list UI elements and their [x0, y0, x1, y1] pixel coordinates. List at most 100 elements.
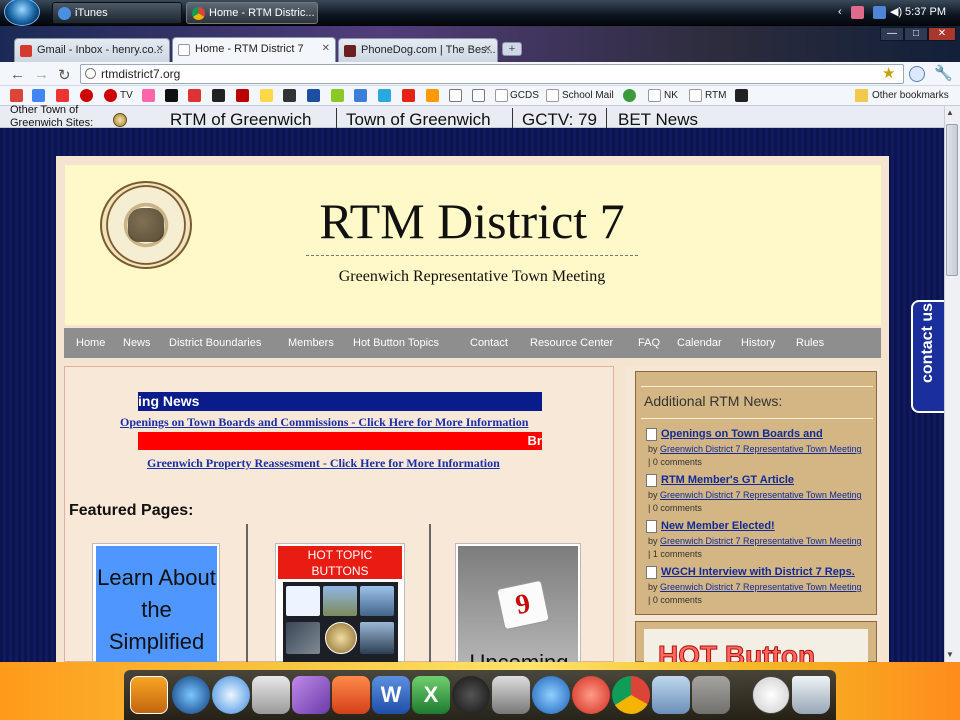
bookmark-netflix-icon[interactable]	[236, 89, 249, 102]
dock-word-icon[interactable]: W	[372, 676, 410, 714]
bookmark-star-icon[interactable]: ★	[882, 64, 895, 82]
bookmark-cnet2-icon[interactable]	[80, 89, 93, 102]
tab-gmail[interactable]: Gmail - Inbox - henry.co... ✕	[14, 38, 170, 62]
dock-excel-icon[interactable]: X	[412, 676, 450, 714]
dock-powerpoint-icon[interactable]	[332, 676, 370, 714]
tray-chevron-icon[interactable]: ‹	[838, 6, 842, 18]
news-item-author-link[interactable]: Greenwich District 7 Representative Town…	[660, 444, 861, 454]
news-item-author-link[interactable]: Greenwich District 7 Representative Town…	[660, 582, 861, 592]
news-item-comments[interactable]: | 0 comments	[648, 457, 702, 467]
bookmark-google-icon[interactable]	[32, 89, 45, 102]
news-item-title[interactable]: New Member Elected!	[661, 520, 775, 532]
link-property-reassessment[interactable]: Greenwich Property Reassesment - Click H…	[147, 456, 500, 471]
link-rtm-of-greenwich[interactable]: RTM of Greenwich	[170, 110, 311, 130]
nav-hot-button-topics[interactable]: Hot Button Topics	[353, 337, 439, 349]
bookmark-app3-icon[interactable]	[307, 89, 320, 102]
tab-phonedog[interactable]: PhoneDog.com | The Bes... ✕	[338, 38, 498, 62]
forward-arrow-icon[interactable]: →	[34, 66, 49, 83]
link-town-of-greenwich[interactable]: Town of Greenwich	[346, 110, 491, 130]
scroll-up-arrow-icon[interactable]: ▲	[946, 108, 954, 117]
bookmark-nk[interactable]: NK	[664, 90, 678, 101]
news-item-comments[interactable]: | 1 comments	[648, 549, 702, 559]
scrollbar-thumb[interactable]	[946, 124, 958, 276]
breaking-ticker[interactable]: Br	[138, 432, 542, 450]
bookmark-school-mail[interactable]: School Mail	[562, 90, 614, 101]
back-arrow-icon[interactable]: ←	[10, 66, 25, 83]
dock-aim-icon[interactable]	[572, 676, 610, 714]
news-item-title[interactable]: Openings on Town Boards and	[661, 428, 823, 440]
news-item-title[interactable]: RTM Member's GT Article	[661, 474, 794, 486]
news-ticker[interactable]: ing News	[138, 392, 542, 411]
taskbar-chrome[interactable]: Home - RTM Distric...	[186, 2, 318, 24]
bookmark-nbc-icon[interactable]	[142, 89, 155, 102]
bookmark-hulu-icon[interactable]	[331, 89, 344, 102]
new-tab-button[interactable]: +	[502, 42, 522, 56]
extension-icon[interactable]	[909, 66, 925, 82]
other-bookmarks[interactable]: Other bookmarks	[872, 90, 949, 101]
close-window-button[interactable]: ✕	[928, 27, 956, 41]
dock-safari-icon[interactable]	[212, 676, 250, 714]
dock-clock-icon[interactable]	[752, 676, 790, 714]
bookmark-app4-icon[interactable]	[354, 89, 367, 102]
nav-members[interactable]: Members	[288, 337, 334, 349]
nav-faq[interactable]: FAQ	[638, 337, 660, 349]
news-item-author-link[interactable]: Greenwich District 7 Representative Town…	[660, 490, 861, 500]
dock-calculator-icon[interactable]	[252, 676, 290, 714]
tab-rtm[interactable]: Home - RTM District 7 ✕	[172, 37, 336, 62]
dock-paint-icon[interactable]	[292, 676, 330, 714]
bookmark-amazon-icon[interactable]	[472, 89, 485, 102]
bookmark-rss-icon[interactable]	[426, 89, 439, 102]
tab-close-icon[interactable]: ✕	[322, 43, 330, 54]
bookmark-tv[interactable]: TV	[120, 90, 133, 101]
tray-app-icon[interactable]	[851, 6, 864, 19]
bookmark-cnet-tv-icon[interactable]	[104, 89, 117, 102]
bookmark-chrome-icon[interactable]	[10, 89, 23, 102]
link-bet-news[interactable]: BET News	[618, 110, 698, 130]
nav-news[interactable]: News	[123, 337, 151, 349]
minimize-button[interactable]: —	[880, 27, 904, 41]
nav-home[interactable]: Home	[76, 337, 105, 349]
dock-media-icon[interactable]	[452, 676, 490, 714]
tab-close-icon[interactable]: ✕	[484, 44, 492, 55]
dock-launcher-icon[interactable]	[130, 676, 168, 714]
dock-browser-icon[interactable]	[172, 676, 210, 714]
dock-folder-icon[interactable]	[652, 676, 690, 714]
news-item-author-link[interactable]: Greenwich District 7 Representative Town…	[660, 536, 861, 546]
dock-drive-icon[interactable]	[692, 676, 730, 714]
news-item-comments[interactable]: | 0 comments	[648, 595, 702, 605]
tab-close-icon[interactable]: ✕	[156, 44, 164, 55]
bookmark-w-icon[interactable]	[165, 89, 178, 102]
reload-icon[interactable]: ↻	[58, 66, 71, 84]
dock-chrome-icon[interactable]	[612, 676, 650, 714]
bookmark-app2-icon[interactable]	[283, 89, 296, 102]
bookmark-rtm[interactable]: RTM	[705, 90, 726, 101]
bookmark-youtube-icon[interactable]	[402, 89, 415, 102]
bookmark-gcds[interactable]: GCDS	[510, 90, 539, 101]
network-icon[interactable]	[873, 6, 886, 19]
bookmark-cnet-icon[interactable]	[56, 89, 69, 102]
nav-district-boundaries[interactable]: District Boundaries	[169, 337, 261, 349]
dock-itunes-icon[interactable]	[532, 676, 570, 714]
scroll-down-arrow-icon[interactable]: ▼	[946, 650, 954, 659]
nav-calendar[interactable]: Calendar	[677, 337, 722, 349]
maximize-button[interactable]: □	[904, 27, 928, 41]
bookmark-gmail-icon[interactable]	[188, 89, 201, 102]
nav-history[interactable]: History	[741, 337, 775, 349]
link-openings-town-boards[interactable]: Openings on Town Boards and Commissions …	[120, 415, 528, 430]
nav-rules[interactable]: Rules	[796, 337, 824, 349]
wrench-icon[interactable]: 🔧	[934, 64, 953, 82]
bookmark-app-icon[interactable]	[212, 89, 225, 102]
bookmark-twitter-icon[interactable]	[378, 89, 391, 102]
volume-icon[interactable]: ◀)	[890, 5, 902, 18]
dock-camera-icon[interactable]	[492, 676, 530, 714]
nav-contact[interactable]: Contact	[470, 337, 508, 349]
bookmark-d-icon[interactable]	[735, 89, 748, 102]
news-item-comments[interactable]: | 0 comments	[648, 503, 702, 513]
news-item-title[interactable]: WGCH Interview with District 7 Reps.	[661, 566, 855, 578]
taskbar-itunes[interactable]: iTunes	[52, 2, 182, 24]
bookmark-p-icon[interactable]	[449, 89, 462, 102]
address-bar[interactable]: rtmdistrict7.org	[80, 64, 904, 84]
bookmark-folder-icon[interactable]	[260, 89, 273, 102]
nav-resource-center[interactable]: Resource Center	[530, 337, 613, 349]
bookmark-shield-icon[interactable]	[623, 89, 636, 102]
